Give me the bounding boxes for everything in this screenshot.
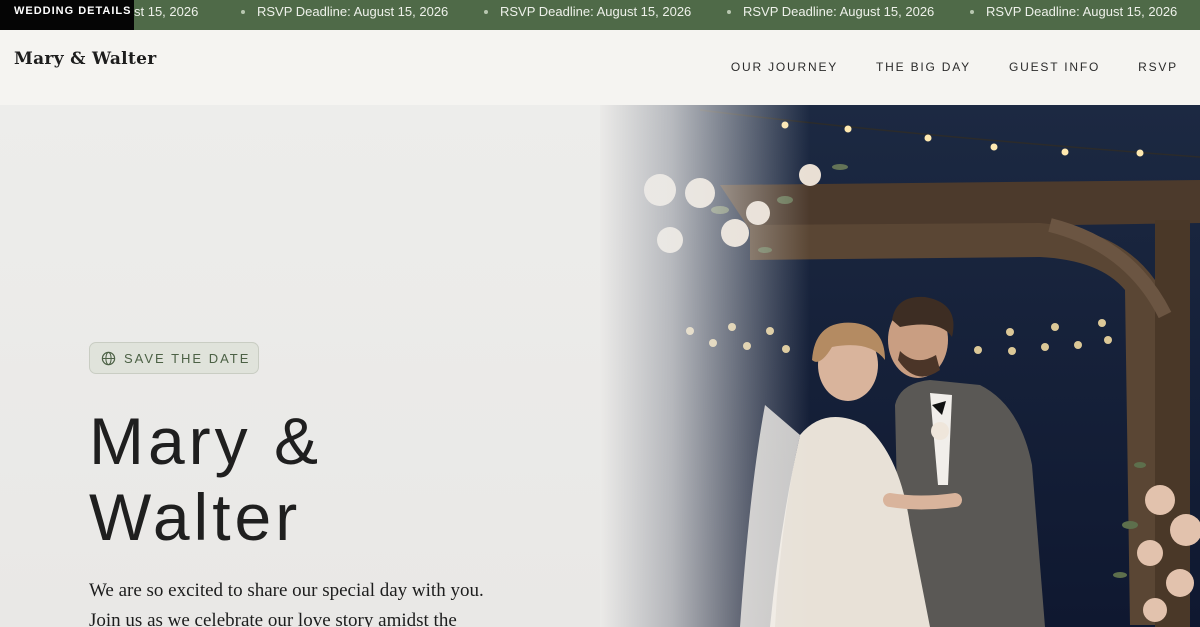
hero-title: Mary & Walter — [89, 403, 322, 555]
hero-text-line1: We are so excited to share our special d… — [89, 580, 484, 601]
badge-label: SAVE THE DATE — [124, 350, 251, 366]
site-header: Mary & Walter OUR JOURNEY THE BIG DAY GU… — [0, 30, 1200, 105]
ticker-item: RSVP Deadline: August 15, 2026 — [241, 4, 448, 19]
bullet-icon — [727, 9, 731, 14]
couple-photo — [600, 105, 1200, 627]
ticker-item: RSVP Deadline: August 15, 2026 — [970, 4, 1177, 19]
nav-rsvp[interactable]: RSVP — [1138, 60, 1178, 74]
ticker-badge: WEDDING DETAILS — [0, 0, 134, 30]
main-nav: OUR JOURNEY THE BIG DAY GUEST INFO RSVP — [693, 60, 1178, 74]
bullet-icon — [484, 9, 488, 14]
hero-title-line2: Walter — [89, 480, 302, 554]
hero-text-line2: Join us as we celebrate our love story a… — [89, 610, 457, 627]
announcement-ticker: WEDDING DETAILS st 15, 2026 RSVP Deadlin… — [0, 0, 1200, 30]
hero-title-line1: Mary & — [89, 404, 323, 478]
globe-icon — [101, 351, 116, 365]
bullet-icon — [241, 9, 245, 14]
site-logo[interactable]: Mary & Walter — [14, 49, 156, 69]
nav-our-journey[interactable]: OUR JOURNEY — [731, 60, 838, 74]
save-the-date-badge: SAVE THE DATE — [89, 342, 259, 374]
wedding-kiss-image — [600, 105, 1200, 627]
hero-intro-text: We are so excited to share our special d… — [89, 576, 519, 627]
ticker-item: RSVP Deadline: August 15, 2026 — [484, 4, 691, 19]
bullet-icon — [970, 9, 974, 14]
nav-guest-info[interactable]: GUEST INFO — [1009, 60, 1100, 74]
ticker-item-partial: st 15, 2026 — [134, 4, 199, 19]
hero-section: SAVE THE DATE Mary & Walter We are so ex… — [0, 105, 600, 627]
ticker-item: RSVP Deadline: August 15, 2026 — [727, 4, 934, 19]
nav-the-big-day[interactable]: THE BIG DAY — [876, 60, 971, 74]
